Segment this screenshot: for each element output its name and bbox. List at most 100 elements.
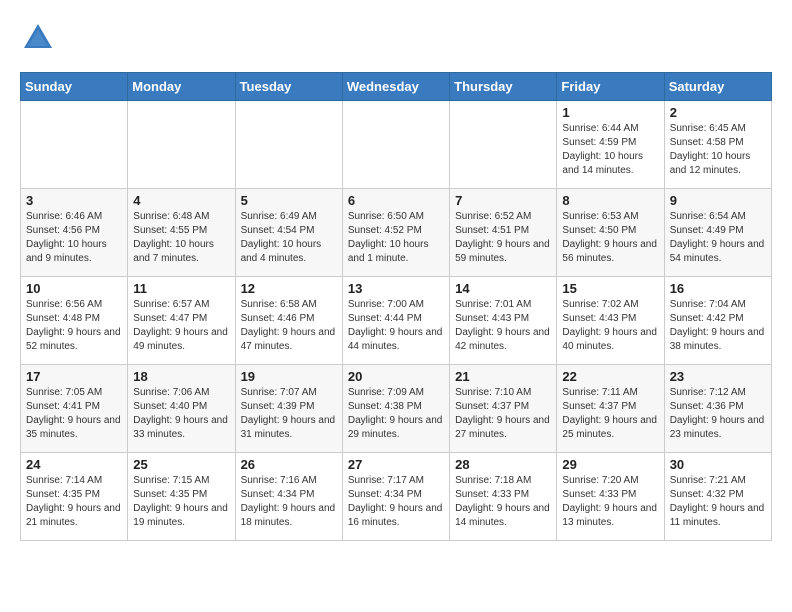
calendar-cell: 28 Sunrise: 7:18 AM Sunset: 4:33 PM Dayli… bbox=[450, 453, 557, 541]
day-info: Sunrise: 7:06 AM Sunset: 4:40 PM Dayligh… bbox=[133, 386, 229, 442]
day-info: Sunrise: 7:15 AM Sunset: 4:35 PM Dayligh… bbox=[133, 474, 229, 530]
calendar-cell: 29 Sunrise: 7:20 AM Sunset: 4:33 PM Dayli… bbox=[557, 453, 664, 541]
day-number: 10 bbox=[26, 281, 122, 296]
day-info: Sunrise: 6:49 AM Sunset: 4:54 PM Dayligh… bbox=[241, 210, 337, 266]
calendar-cell: 19Sunrise: 7:07 AM Sunset: 4:39 PM Dayli… bbox=[235, 365, 342, 453]
calendar-cell bbox=[128, 101, 235, 189]
day-number: 1 bbox=[562, 105, 658, 120]
day-number: 12 bbox=[241, 281, 337, 296]
calendar-cell: 11 Sunrise: 6:57 AM Sunset: 4:47 PM Dayli… bbox=[128, 277, 235, 365]
day-info: Sunrise: 6:57 AM Sunset: 4:47 PM Dayligh… bbox=[133, 298, 229, 354]
day-number: 7 bbox=[455, 193, 551, 208]
day-number: 20 bbox=[348, 369, 444, 384]
calendar-cell: 24Sunrise: 7:14 AM Sunset: 4:35 PM Dayli… bbox=[21, 453, 128, 541]
calendar-cell: 1Sunrise: 6:44 AM Sunset: 4:59 PM Daylig… bbox=[557, 101, 664, 189]
day-number: 13 bbox=[348, 281, 444, 296]
day-info: Sunrise: 7:16 AM Sunset: 4:34 PM Dayligh… bbox=[241, 474, 337, 530]
day-info: Sunrise: 6:53 AM Sunset: 4:50 PM Dayligh… bbox=[562, 210, 658, 266]
day-number: 6 bbox=[348, 193, 444, 208]
calendar-cell: 2Sunrise: 6:45 AM Sunset: 4:58 PM Daylig… bbox=[664, 101, 771, 189]
day-info: Sunrise: 6:56 AM Sunset: 4:48 PM Dayligh… bbox=[26, 298, 122, 354]
calendar-cell: 9Sunrise: 6:54 AM Sunset: 4:49 PM Daylig… bbox=[664, 189, 771, 277]
logo bbox=[20, 20, 62, 56]
header-friday: Friday bbox=[557, 73, 664, 101]
day-info: Sunrise: 6:46 AM Sunset: 4:56 PM Dayligh… bbox=[26, 210, 122, 266]
calendar-cell: 4 Sunrise: 6:48 AM Sunset: 4:55 PM Daylig… bbox=[128, 189, 235, 277]
calendar-table: SundayMondayTuesdayWednesdayThursdayFrid… bbox=[20, 72, 772, 541]
day-info: Sunrise: 6:50 AM Sunset: 4:52 PM Dayligh… bbox=[348, 210, 444, 266]
calendar-cell: 18 Sunrise: 7:06 AM Sunset: 4:40 PM Dayli… bbox=[128, 365, 235, 453]
header-saturday: Saturday bbox=[664, 73, 771, 101]
day-info: Sunrise: 7:00 AM Sunset: 4:44 PM Dayligh… bbox=[348, 298, 444, 354]
day-number: 4 bbox=[133, 193, 229, 208]
day-info: Sunrise: 7:20 AM Sunset: 4:33 PM Dayligh… bbox=[562, 474, 658, 530]
calendar-cell: 13 Sunrise: 7:00 AM Sunset: 4:44 PM Dayli… bbox=[342, 277, 449, 365]
header-monday: Monday bbox=[128, 73, 235, 101]
day-number: 19 bbox=[241, 369, 337, 384]
calendar-cell: 15Sunrise: 7:02 AM Sunset: 4:43 PM Dayli… bbox=[557, 277, 664, 365]
calendar-week-2: 3 Sunrise: 6:46 AM Sunset: 4:56 PM Daylig… bbox=[21, 189, 772, 277]
day-info: Sunrise: 7:05 AM Sunset: 4:41 PM Dayligh… bbox=[26, 386, 122, 442]
day-info: Sunrise: 7:12 AM Sunset: 4:36 PM Dayligh… bbox=[670, 386, 766, 442]
calendar-cell: 5 Sunrise: 6:49 AM Sunset: 4:54 PM Daylig… bbox=[235, 189, 342, 277]
header-wednesday: Wednesday bbox=[342, 73, 449, 101]
day-info: Sunrise: 7:09 AM Sunset: 4:38 PM Dayligh… bbox=[348, 386, 444, 442]
calendar-cell bbox=[450, 101, 557, 189]
calendar-body: 1Sunrise: 6:44 AM Sunset: 4:59 PM Daylig… bbox=[21, 101, 772, 541]
calendar-header-row: SundayMondayTuesdayWednesdayThursdayFrid… bbox=[21, 73, 772, 101]
calendar-cell: 30 Sunrise: 7:21 AM Sunset: 4:32 PM Dayli… bbox=[664, 453, 771, 541]
calendar-cell: 16Sunrise: 7:04 AM Sunset: 4:42 PM Dayli… bbox=[664, 277, 771, 365]
calendar-cell: 26 Sunrise: 7:16 AM Sunset: 4:34 PM Dayli… bbox=[235, 453, 342, 541]
day-number: 15 bbox=[562, 281, 658, 296]
calendar-cell: 10 Sunrise: 6:56 AM Sunset: 4:48 PM Dayli… bbox=[21, 277, 128, 365]
day-info: Sunrise: 7:14 AM Sunset: 4:35 PM Dayligh… bbox=[26, 474, 122, 530]
calendar-cell: 21 Sunrise: 7:10 AM Sunset: 4:37 PM Dayli… bbox=[450, 365, 557, 453]
day-number: 8 bbox=[562, 193, 658, 208]
day-number: 22 bbox=[562, 369, 658, 384]
day-number: 29 bbox=[562, 457, 658, 472]
header-thursday: Thursday bbox=[450, 73, 557, 101]
calendar-cell bbox=[342, 101, 449, 189]
page-header bbox=[20, 20, 772, 56]
calendar-cell: 25 Sunrise: 7:15 AM Sunset: 4:35 PM Dayli… bbox=[128, 453, 235, 541]
calendar-cell: 6 Sunrise: 6:50 AM Sunset: 4:52 PM Daylig… bbox=[342, 189, 449, 277]
day-info: Sunrise: 7:10 AM Sunset: 4:37 PM Dayligh… bbox=[455, 386, 551, 442]
day-number: 18 bbox=[133, 369, 229, 384]
calendar-cell: 20 Sunrise: 7:09 AM Sunset: 4:38 PM Dayli… bbox=[342, 365, 449, 453]
day-number: 17 bbox=[26, 369, 122, 384]
day-info: Sunrise: 6:54 AM Sunset: 4:49 PM Dayligh… bbox=[670, 210, 766, 266]
logo-icon bbox=[20, 20, 56, 56]
calendar-cell: 8 Sunrise: 6:53 AM Sunset: 4:50 PM Daylig… bbox=[557, 189, 664, 277]
day-info: Sunrise: 6:48 AM Sunset: 4:55 PM Dayligh… bbox=[133, 210, 229, 266]
day-number: 28 bbox=[455, 457, 551, 472]
day-number: 14 bbox=[455, 281, 551, 296]
day-number: 5 bbox=[241, 193, 337, 208]
day-info: Sunrise: 6:52 AM Sunset: 4:51 PM Dayligh… bbox=[455, 210, 551, 266]
day-number: 26 bbox=[241, 457, 337, 472]
calendar-cell: 27Sunrise: 7:17 AM Sunset: 4:34 PM Dayli… bbox=[342, 453, 449, 541]
header-sunday: Sunday bbox=[21, 73, 128, 101]
calendar-cell: 7 Sunrise: 6:52 AM Sunset: 4:51 PM Daylig… bbox=[450, 189, 557, 277]
day-number: 3 bbox=[26, 193, 122, 208]
header-tuesday: Tuesday bbox=[235, 73, 342, 101]
calendar-week-5: 24Sunrise: 7:14 AM Sunset: 4:35 PM Dayli… bbox=[21, 453, 772, 541]
day-info: Sunrise: 7:11 AM Sunset: 4:37 PM Dayligh… bbox=[562, 386, 658, 442]
calendar-cell bbox=[21, 101, 128, 189]
calendar-cell: 12Sunrise: 6:58 AM Sunset: 4:46 PM Dayli… bbox=[235, 277, 342, 365]
day-number: 27 bbox=[348, 457, 444, 472]
day-info: Sunrise: 7:01 AM Sunset: 4:43 PM Dayligh… bbox=[455, 298, 551, 354]
calendar-cell: 14 Sunrise: 7:01 AM Sunset: 4:43 PM Dayli… bbox=[450, 277, 557, 365]
day-number: 16 bbox=[670, 281, 766, 296]
calendar-week-3: 10 Sunrise: 6:56 AM Sunset: 4:48 PM Dayli… bbox=[21, 277, 772, 365]
calendar-cell: 23 Sunrise: 7:12 AM Sunset: 4:36 PM Dayli… bbox=[664, 365, 771, 453]
day-number: 21 bbox=[455, 369, 551, 384]
calendar-week-1: 1Sunrise: 6:44 AM Sunset: 4:59 PM Daylig… bbox=[21, 101, 772, 189]
calendar-cell: 3 Sunrise: 6:46 AM Sunset: 4:56 PM Daylig… bbox=[21, 189, 128, 277]
calendar-cell: 22 Sunrise: 7:11 AM Sunset: 4:37 PM Dayli… bbox=[557, 365, 664, 453]
day-info: Sunrise: 7:21 AM Sunset: 4:32 PM Dayligh… bbox=[670, 474, 766, 530]
day-number: 23 bbox=[670, 369, 766, 384]
day-number: 25 bbox=[133, 457, 229, 472]
day-number: 30 bbox=[670, 457, 766, 472]
day-number: 11 bbox=[133, 281, 229, 296]
day-info: Sunrise: 7:18 AM Sunset: 4:33 PM Dayligh… bbox=[455, 474, 551, 530]
